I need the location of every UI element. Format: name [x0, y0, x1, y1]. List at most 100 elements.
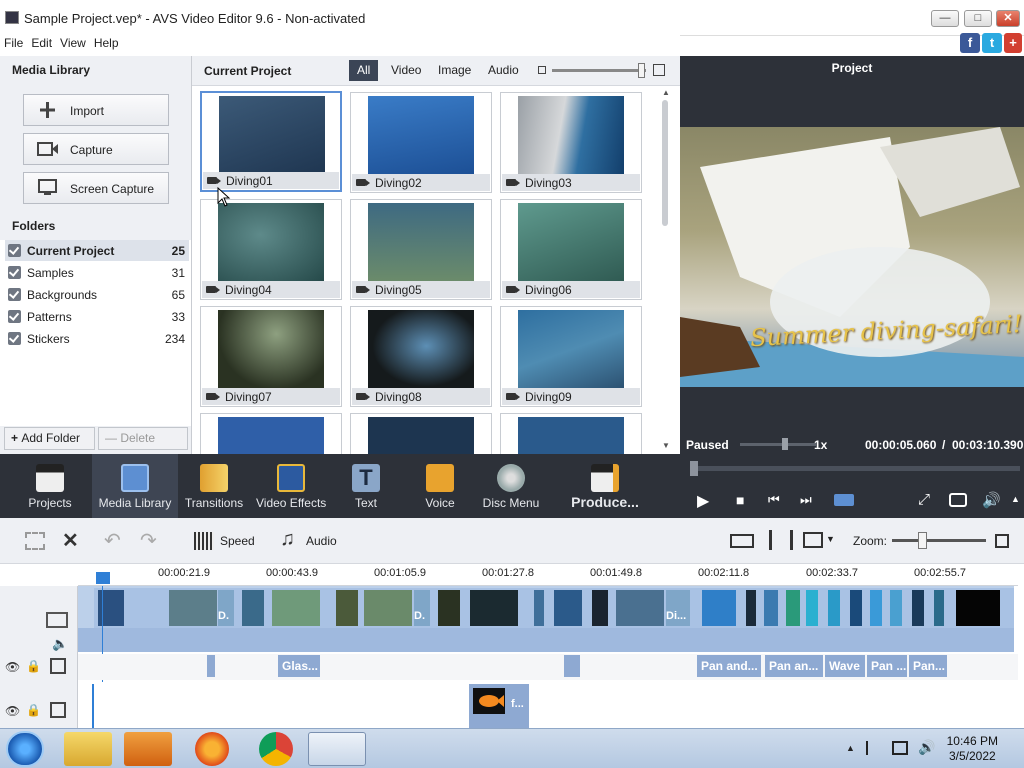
media-item-diving07[interactable]: Diving07 [200, 306, 342, 407]
mute-icon[interactable]: 🔈 [52, 636, 68, 652]
delete-folder-button[interactable]: — Delete Folder [98, 427, 188, 466]
media-item-diving08[interactable]: Diving08 [350, 306, 492, 407]
add-folder-button[interactable]: + Add Folder [4, 427, 95, 450]
transitions-button[interactable]: Transitions [182, 454, 246, 518]
media-player-icon[interactable] [124, 732, 172, 766]
visibility-eye-icon[interactable]: 👁 [5, 660, 20, 674]
start-button[interactable] [6, 731, 44, 767]
video-clip[interactable] [336, 590, 358, 626]
filter-image[interactable]: Image [430, 60, 479, 81]
checkbox-icon[interactable] [8, 266, 21, 279]
minimize-button[interactable]: — [931, 10, 959, 27]
media-library-button[interactable]: Media Library [92, 454, 178, 518]
video-clip[interactable]: D. [218, 590, 234, 626]
media-item-partial[interactable] [500, 413, 642, 455]
audio-mixer-icon[interactable] [769, 530, 793, 550]
video-clip[interactable] [806, 590, 818, 626]
video-clip[interactable] [438, 590, 460, 626]
next-frame-icon[interactable]: ⏭ [800, 492, 812, 508]
speed-handle[interactable] [782, 438, 788, 450]
speaker-icon[interactable]: 🔊 [918, 739, 935, 756]
flag-icon[interactable] [866, 741, 880, 755]
music-note-icon[interactable]: ♫ [280, 528, 295, 551]
volume-arrow-icon[interactable]: ▲ [1011, 494, 1020, 504]
effect-clip[interactable]: Pan... [909, 655, 947, 677]
audio-track[interactable] [78, 628, 1014, 652]
media-item-partial[interactable] [350, 413, 492, 455]
lock-icon[interactable]: 🔒 [26, 659, 41, 673]
video-clip[interactable] [786, 590, 800, 626]
video-track[interactable]: D. D. Di... [78, 586, 1014, 652]
google-plus-icon[interactable]: + [1004, 33, 1022, 53]
storyboard-toggle-icon[interactable] [730, 534, 754, 548]
zoom-slider[interactable] [892, 539, 986, 542]
seek-bar[interactable] [690, 466, 1020, 471]
effect-clip[interactable]: Pan an... [765, 655, 823, 677]
clock[interactable]: 10:46 PM 3/5/2022 [947, 734, 998, 764]
visibility-eye-icon[interactable]: 👁 [5, 704, 20, 718]
previous-frame-icon[interactable]: ⏮ [768, 492, 780, 508]
large-thumb-icon[interactable] [653, 64, 665, 76]
zoom-handle[interactable] [918, 532, 927, 549]
video-clip[interactable]: D. [414, 590, 430, 626]
filter-video[interactable]: Video [383, 60, 429, 81]
video-clip[interactable] [746, 590, 756, 626]
media-item-diving05[interactable]: Diving05 [350, 199, 492, 300]
undo-icon[interactable]: ↶ [104, 528, 121, 553]
video-effects-button[interactable]: Video Effects [256, 454, 326, 518]
close-button[interactable]: ✕ [996, 10, 1020, 27]
tray-arrow-icon[interactable]: ▲ [846, 743, 855, 753]
video-clip[interactable] [616, 590, 664, 626]
overlay-track[interactable]: f... [78, 682, 1018, 728]
seek-handle[interactable] [690, 461, 698, 476]
capture-button[interactable]: Capture [23, 133, 169, 165]
video-clip[interactable] [554, 590, 582, 626]
lock-icon[interactable]: 🔒 [26, 703, 41, 717]
scroll-down-icon[interactable]: ▼ [662, 441, 670, 450]
import-button[interactable]: Import [23, 94, 169, 126]
redo-icon[interactable]: ↷ [140, 528, 157, 553]
delete-icon[interactable]: ✕ [62, 528, 79, 553]
checkbox-icon[interactable] [8, 332, 21, 345]
produce-button[interactable]: Produce... [570, 454, 640, 518]
media-item-diving02[interactable]: Diving02 [350, 92, 492, 193]
thumb-size-handle[interactable] [638, 63, 645, 78]
menu-file[interactable]: File [0, 33, 27, 50]
fit-timeline-icon[interactable] [995, 534, 1009, 548]
effects-track[interactable]: Glas... Pan and... Pan an... Wave Pan ..… [78, 654, 1018, 680]
folder-patterns[interactable]: Patterns 33 [5, 306, 189, 327]
small-thumb-icon[interactable] [538, 66, 546, 74]
effect-clip[interactable]: Pan and... [697, 655, 761, 677]
menu-help[interactable]: Help [90, 33, 123, 50]
twitter-icon[interactable]: t [982, 33, 1002, 53]
snapshot-icon[interactable] [949, 493, 967, 507]
overlay-clip[interactable]: f... [469, 684, 529, 728]
disc-menu-button[interactable]: Disc Menu [480, 454, 542, 518]
folder-stickers[interactable]: Stickers 234 [5, 328, 189, 349]
projects-button[interactable]: Projects [14, 454, 86, 518]
scroll-thumb[interactable] [662, 100, 668, 226]
video-clip[interactable] [850, 590, 862, 626]
speed-icon[interactable] [194, 532, 214, 550]
video-clip[interactable] [364, 590, 412, 626]
facebook-icon[interactable]: f [960, 33, 980, 53]
video-clip[interactable] [828, 590, 840, 626]
avs-taskbar-icon[interactable] [308, 732, 366, 766]
video-clip[interactable] [272, 590, 320, 626]
video-clip[interactable] [169, 590, 217, 626]
effect-clip[interactable] [564, 655, 580, 677]
menu-edit[interactable]: Edit [27, 33, 56, 50]
screen-capture-button[interactable]: Screen Capture [23, 172, 169, 204]
scroll-up-icon[interactable]: ▲ [662, 88, 670, 97]
video-clip[interactable] [890, 590, 902, 626]
firefox-icon[interactable] [195, 732, 229, 766]
network-icon[interactable] [892, 741, 908, 755]
media-item-diving06[interactable]: Diving06 [500, 199, 642, 300]
checkbox-icon[interactable] [8, 288, 21, 301]
effect-clip[interactable] [207, 655, 215, 677]
stop-icon[interactable]: ■ [736, 492, 744, 508]
video-clip[interactable] [956, 590, 1000, 626]
video-clip[interactable] [470, 590, 518, 626]
monitor-icon[interactable] [803, 532, 823, 548]
media-item-diving03[interactable]: Diving03 [500, 92, 642, 193]
